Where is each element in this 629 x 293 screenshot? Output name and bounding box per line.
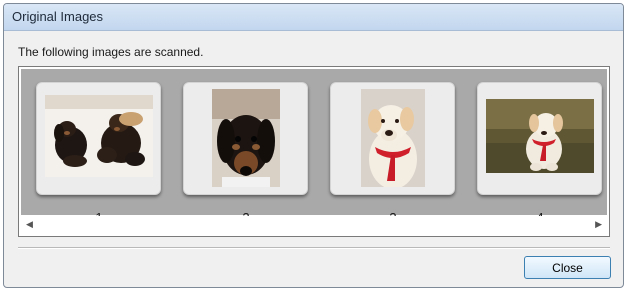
triangle-left-icon[interactable]: ◀ [26, 219, 33, 230]
thumbnail-4[interactable]: 4 [477, 82, 602, 225]
thumbnail-3[interactable]: 3 [330, 82, 455, 225]
thumbnail-1[interactable]: 1 [36, 82, 161, 225]
thumbnail-2-photo [212, 89, 280, 187]
triangle-right-icon[interactable]: ▶ [595, 219, 602, 230]
original-images-dialog: Original Images The following images are… [3, 3, 624, 288]
close-button[interactable]: Close [524, 256, 611, 279]
separator [18, 247, 610, 249]
thumbnail-panel: 1 2 [18, 66, 610, 237]
title-bar: Original Images [4, 4, 623, 31]
thumbnail-2[interactable]: 2 [183, 82, 308, 225]
thumbnail-1-photo [45, 95, 153, 177]
thumbnail-strip: 1 2 [21, 69, 607, 225]
thumbnail-4-photo [486, 99, 594, 173]
horizontal-scrollbar[interactable]: ◀ ▶ [21, 216, 607, 234]
thumbnail-3-photo [361, 89, 425, 187]
window-title: Original Images [12, 9, 104, 24]
instruction-text: The following images are scanned. [18, 45, 204, 59]
